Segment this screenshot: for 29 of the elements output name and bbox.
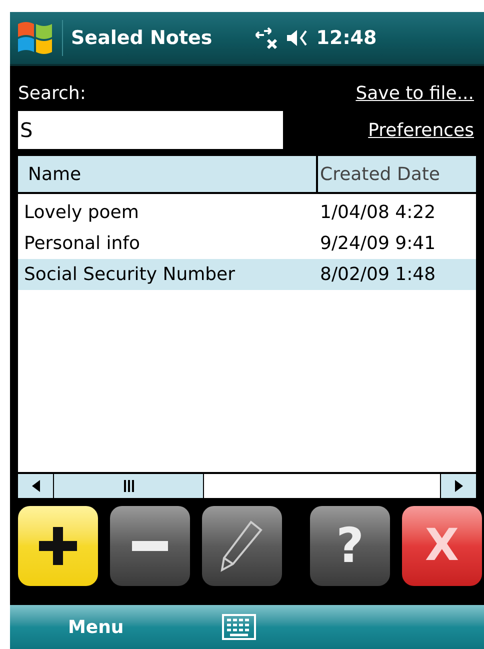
pencil-icon [219, 520, 265, 572]
created-date: 1/04/08 4:22 [320, 201, 436, 225]
search-label: Search: [18, 82, 87, 106]
horizontal-scrollbar[interactable] [18, 472, 476, 498]
remove-button[interactable] [110, 506, 190, 586]
help-button[interactable]: ? [310, 506, 390, 586]
clock-time: 12:48 [316, 26, 377, 51]
left-arrow-icon [32, 480, 40, 492]
column-header[interactable]: Created Date [318, 156, 476, 192]
menu-button[interactable]: Menu [68, 614, 124, 640]
right-arrow-icon [454, 480, 462, 492]
created-date: 8/02/09 1:48 [320, 263, 436, 287]
windows-logo-icon [16, 20, 54, 56]
note-name: Social Security Number [23, 263, 236, 287]
plus-icon [39, 527, 77, 565]
edit-button[interactable] [202, 506, 282, 586]
window-title: Sealed Notes [71, 26, 212, 51]
column-header[interactable]: Name [18, 156, 316, 192]
note-name: Personal info [23, 232, 141, 256]
search-field[interactable]: S [18, 111, 283, 149]
minus-icon [132, 541, 168, 551]
created-date: 9/24/09 9:41 [320, 232, 436, 256]
keyboard-icon[interactable] [222, 614, 256, 640]
note-name: Lovely poem [23, 201, 140, 225]
link[interactable]: Save to file... [356, 80, 474, 107]
grip-icon [124, 480, 134, 492]
link[interactable]: Preferences [368, 117, 474, 144]
list-row[interactable]: Social Security Number 8/02/09 1:48 [18, 259, 476, 290]
add-button[interactable] [18, 506, 98, 586]
